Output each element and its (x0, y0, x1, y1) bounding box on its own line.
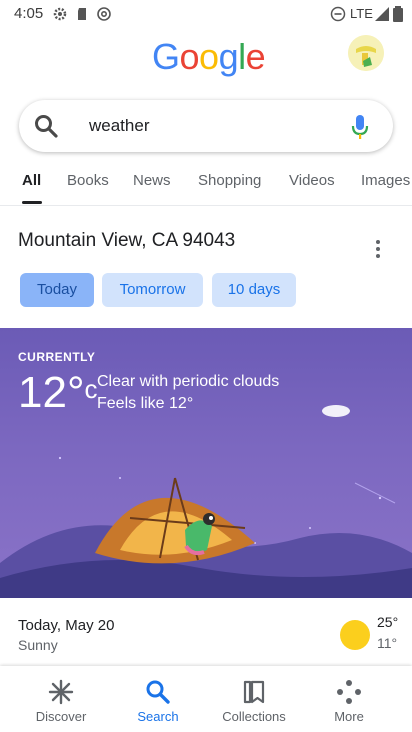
more-options-icon[interactable] (370, 239, 386, 259)
chip-tomorrow[interactable]: Tomorrow (102, 273, 203, 307)
microphone-icon[interactable] (350, 113, 370, 141)
nav-label: Collections (222, 709, 286, 724)
network-type: LTE (350, 6, 373, 21)
google-logo: Google (152, 36, 266, 78)
chip-10-days[interactable]: 10 days (212, 273, 296, 307)
tab-videos[interactable]: Videos (289, 172, 335, 189)
currently-label: CURRENTLY (18, 350, 96, 364)
logo-letter: g (218, 36, 239, 77)
search-box[interactable]: weather (19, 100, 393, 152)
nav-label: More (334, 709, 364, 724)
nav-collections[interactable]: Collections (204, 666, 304, 732)
more-dots-icon (337, 680, 361, 704)
bottom-navigation: Discover Search Collections More (0, 666, 412, 732)
logo-letter: o (199, 36, 219, 77)
account-avatar[interactable] (348, 35, 384, 71)
avatar-icon (348, 35, 384, 71)
weather-hero-card[interactable]: CURRENTLY 12°c Clear with periodic cloud… (0, 328, 412, 598)
forecast-condition: Sunny (18, 637, 58, 653)
logo-letter: o (179, 36, 200, 77)
tab-news[interactable]: News (133, 172, 171, 189)
logo-letter: l (238, 36, 246, 77)
battery-icon (393, 6, 403, 22)
settings-gear-icon (53, 7, 67, 21)
current-temperature: 12°c (18, 368, 98, 418)
status-time: 4:05 (14, 5, 44, 22)
search-icon (146, 680, 170, 704)
nav-discover[interactable]: Discover (11, 666, 111, 732)
active-tab-indicator (22, 201, 42, 204)
chip-today[interactable]: Today (20, 273, 94, 307)
tab-books[interactable]: Books (67, 172, 109, 189)
weather-location: Mountain View, CA 94043 (18, 230, 236, 251)
logo-letter: G (152, 36, 180, 77)
logo-letter: e (245, 36, 266, 77)
current-condition: Clear with periodic clouds (97, 373, 280, 390)
at-sign-icon (97, 7, 111, 21)
nav-more[interactable]: More (299, 666, 399, 732)
temperature-unit: c (84, 374, 98, 404)
tab-all[interactable]: All (22, 172, 41, 189)
forecast-high: 25° (377, 614, 399, 630)
forecast-low: 11° (377, 635, 398, 651)
forecast-day: Today, May 20 (18, 617, 115, 634)
search-tabs: All Books News Shopping Videos Images (0, 166, 412, 206)
temperature-value: 12° (18, 368, 85, 417)
sd-card-icon (78, 8, 86, 20)
nav-label: Discover (35, 709, 87, 724)
search-icon (35, 115, 58, 138)
nav-label: Search (137, 709, 179, 724)
signal-icon (375, 7, 389, 21)
search-query[interactable]: weather (89, 116, 149, 136)
asterisk-icon (48, 679, 74, 705)
collections-icon (243, 680, 265, 704)
sunny-icon (340, 620, 370, 650)
tab-shopping[interactable]: Shopping (198, 172, 261, 189)
tab-images[interactable]: Images (361, 172, 410, 189)
do-not-disturb-icon (330, 6, 346, 22)
status-bar: 4:05 LTE (0, 0, 412, 28)
nav-search[interactable]: Search (108, 666, 208, 732)
feels-like: Feels like 12° (97, 395, 194, 412)
